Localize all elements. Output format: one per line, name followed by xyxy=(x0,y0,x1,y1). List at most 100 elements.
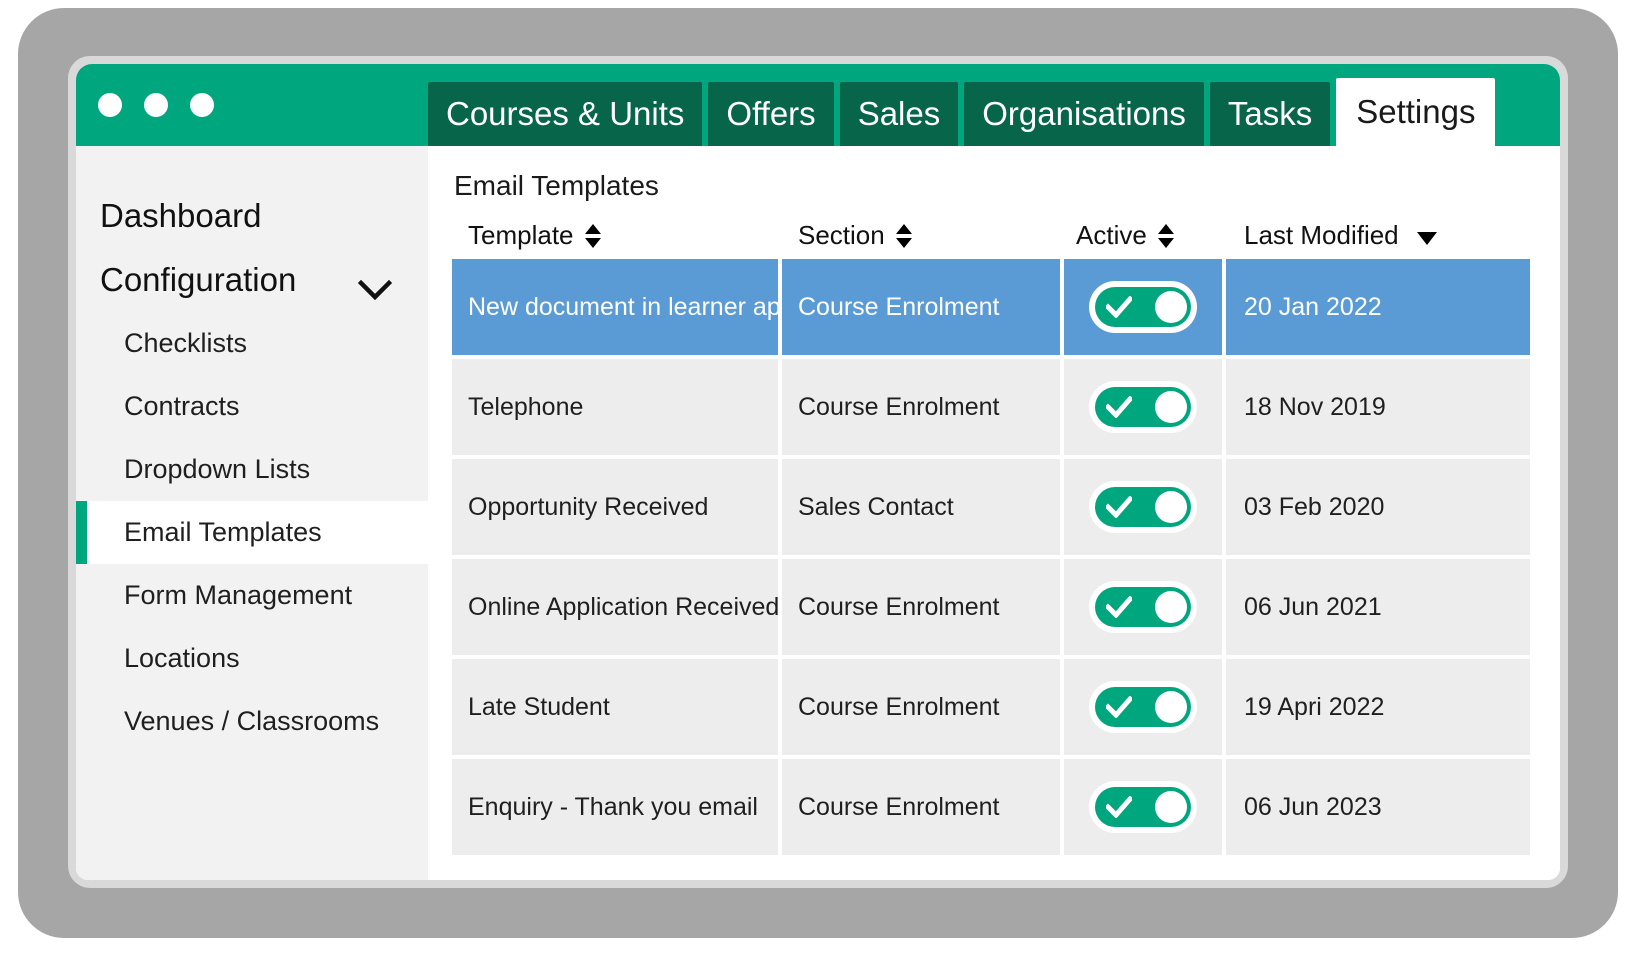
column-header-template[interactable]: Template xyxy=(452,220,782,251)
window-close-dot[interactable] xyxy=(98,93,122,117)
column-header-last-modified[interactable]: Last Modified xyxy=(1226,220,1530,251)
sidebar-item-dropdown-lists[interactable]: Dropdown Lists xyxy=(76,438,428,501)
toggle-knob xyxy=(1155,691,1187,723)
window-frame: Courses & Units Offers Sales Organisations T… xyxy=(68,56,1568,888)
column-header-label: Section xyxy=(798,220,885,250)
main-content: Email Templates Template Section Active Las… xyxy=(428,146,1560,880)
cell-active xyxy=(1064,759,1222,855)
sidebar-item-label: Dashboard xyxy=(100,197,262,234)
toggle-knob xyxy=(1155,591,1187,623)
toggle-knob xyxy=(1155,391,1187,423)
tab-courses-units[interactable]: Courses & Units xyxy=(428,82,703,146)
sidebar-item-label: Checklists xyxy=(124,328,248,358)
sidebar-item-label: Form Management xyxy=(124,580,353,610)
sidebar-item-locations[interactable]: Locations xyxy=(76,627,428,690)
cell-section: Course Enrolment xyxy=(782,259,1060,355)
sort-both-icon[interactable] xyxy=(1157,223,1175,249)
sort-descending-icon[interactable] xyxy=(1415,223,1439,249)
active-toggle[interactable] xyxy=(1089,381,1197,433)
tab-tasks[interactable]: Tasks xyxy=(1209,82,1331,146)
cell-template: Enquiry - Thank you email xyxy=(452,759,778,855)
email-templates-table: Template Section Active Last Modified New d… xyxy=(452,220,1530,855)
table-row[interactable]: Late Student Course Enrolment 19 Apri 2022 xyxy=(452,659,1530,755)
cell-last-modified: 03 Feb 2020 xyxy=(1226,459,1530,555)
active-toggle[interactable] xyxy=(1089,581,1197,633)
cell-template: Online Application Received xyxy=(452,559,778,655)
column-header-label: Template xyxy=(468,220,574,250)
sidebar-item-label: Configuration xyxy=(100,261,297,298)
table-row[interactable]: Opportunity Received Sales Contact 03 Feb … xyxy=(452,459,1530,555)
cell-template: New document in learner app xyxy=(452,259,778,355)
check-icon xyxy=(1104,495,1134,519)
tab-organisations[interactable]: Organisations xyxy=(964,82,1204,146)
window-controls xyxy=(98,93,214,117)
sidebar-item-checklists[interactable]: Checklists xyxy=(76,312,428,375)
cell-last-modified: 18 Nov 2019 xyxy=(1226,359,1530,455)
column-header-label: Active xyxy=(1076,220,1147,250)
active-toggle[interactable] xyxy=(1089,481,1197,533)
toggle-knob xyxy=(1155,291,1187,323)
sort-both-icon[interactable] xyxy=(895,223,913,249)
cell-active xyxy=(1064,559,1222,655)
cell-section: Course Enrolment xyxy=(782,559,1060,655)
window-minimize-dot[interactable] xyxy=(144,93,168,117)
toggle-track xyxy=(1095,487,1191,527)
active-toggle[interactable] xyxy=(1089,281,1197,333)
cell-last-modified: 06 Jun 2023 xyxy=(1226,759,1530,855)
cell-section: Sales Contact xyxy=(782,459,1060,555)
device-bezel: Courses & Units Offers Sales Organisations T… xyxy=(18,8,1618,938)
sidebar-item-email-templates[interactable]: Email Templates xyxy=(76,501,428,564)
check-icon xyxy=(1104,295,1134,319)
cell-section: Course Enrolment xyxy=(782,659,1060,755)
sidebar-item-contracts[interactable]: Contracts xyxy=(76,375,428,438)
sidebar-item-label: Dropdown Lists xyxy=(124,454,311,484)
check-icon xyxy=(1104,395,1134,419)
toggle-knob xyxy=(1155,491,1187,523)
table-header-row: Template Section Active Last Modified xyxy=(452,220,1530,259)
check-icon xyxy=(1104,795,1134,819)
cell-template: Opportunity Received xyxy=(452,459,778,555)
tab-settings[interactable]: Settings xyxy=(1336,78,1496,146)
toggle-track xyxy=(1095,387,1191,427)
active-toggle[interactable] xyxy=(1089,681,1197,733)
cell-active xyxy=(1064,359,1222,455)
table-row[interactable]: New document in learner app Course Enrolm… xyxy=(452,259,1530,355)
body-area: Dashboard Configuration Checklists Contra… xyxy=(76,146,1560,880)
column-header-label: Last Modified xyxy=(1244,220,1399,250)
chevron-down-icon xyxy=(357,270,393,301)
active-toggle[interactable] xyxy=(1089,781,1197,833)
table-body: New document in learner app Course Enrolm… xyxy=(452,259,1530,855)
table-row[interactable]: Online Application Received Course Enrolm… xyxy=(452,559,1530,655)
toggle-knob xyxy=(1155,791,1187,823)
tab-sales[interactable]: Sales xyxy=(839,82,959,146)
cell-section: Course Enrolment xyxy=(782,759,1060,855)
table-row[interactable]: Enquiry - Thank you email Course Enrolmen… xyxy=(452,759,1530,855)
cell-last-modified: 19 Apri 2022 xyxy=(1226,659,1530,755)
cell-section: Course Enrolment xyxy=(782,359,1060,455)
sidebar-item-venues-classrooms[interactable]: Venues / Classrooms xyxy=(76,690,428,753)
sidebar: Dashboard Configuration Checklists Contra… xyxy=(76,146,428,880)
window-maximize-dot[interactable] xyxy=(190,93,214,117)
cell-active xyxy=(1064,459,1222,555)
cell-active xyxy=(1064,259,1222,355)
tab-offers[interactable]: Offers xyxy=(708,82,834,146)
sidebar-item-configuration[interactable]: Configuration xyxy=(76,248,428,312)
cell-active xyxy=(1064,659,1222,755)
sort-both-icon[interactable] xyxy=(584,223,602,249)
sidebar-item-label: Venues / Classrooms xyxy=(124,706,380,736)
column-header-active[interactable]: Active xyxy=(1064,220,1226,251)
sidebar-item-form-management[interactable]: Form Management xyxy=(76,564,428,627)
cell-last-modified: 06 Jun 2021 xyxy=(1226,559,1530,655)
title-bar: Courses & Units Offers Sales Organisations T… xyxy=(76,64,1560,146)
sidebar-item-list: Checklists Contracts Dropdown Lists Email T… xyxy=(76,312,428,753)
toggle-track xyxy=(1095,787,1191,827)
cell-last-modified: 20 Jan 2022 xyxy=(1226,259,1530,355)
toggle-track xyxy=(1095,287,1191,327)
check-icon xyxy=(1104,695,1134,719)
column-header-section[interactable]: Section xyxy=(782,220,1064,251)
table-row[interactable]: Telephone Course Enrolment 18 Nov 2019 xyxy=(452,359,1530,455)
toggle-track xyxy=(1095,687,1191,727)
toggle-track xyxy=(1095,587,1191,627)
sidebar-item-dashboard[interactable]: Dashboard xyxy=(76,184,428,248)
page-title: Email Templates xyxy=(454,170,659,201)
